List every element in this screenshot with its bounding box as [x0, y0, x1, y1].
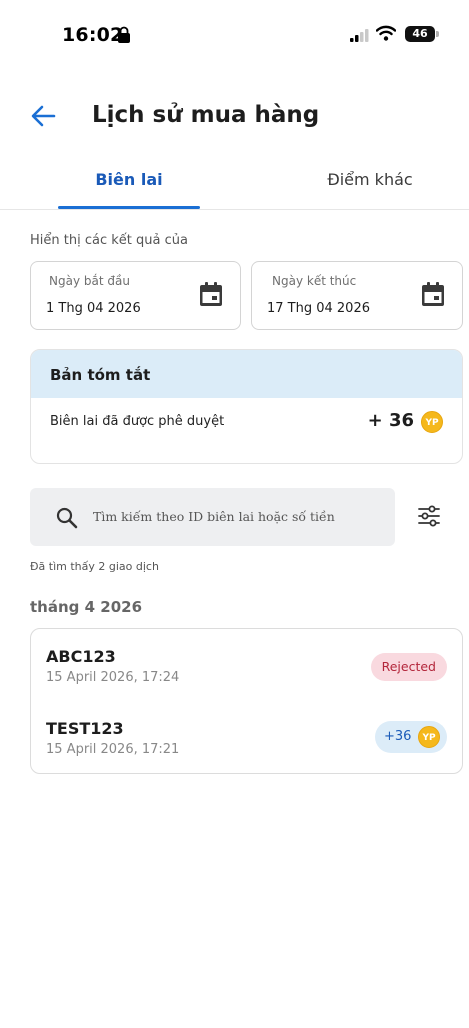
calendar-icon[interactable]: [200, 282, 222, 306]
end-date-field[interactable]: Ngày kết thúc 17 Thg 04 2026: [251, 261, 463, 330]
approved-receipts-label: Biên lai đã được phê duyệt: [50, 414, 225, 429]
search-icon: [56, 507, 78, 529]
points-value: +36: [384, 729, 412, 744]
transaction-id: TEST123: [46, 719, 124, 738]
start-date-field[interactable]: Ngày bắt đầu 1 Thg 04 2026: [30, 261, 241, 330]
approved-points-value: + 36: [367, 410, 414, 431]
wifi-icon: [376, 25, 396, 41]
filter-icon[interactable]: [416, 503, 442, 529]
summary-card: Bản tóm tắt Biên lai đã được phê duyệt +…: [30, 349, 463, 464]
search-placeholder: Tìm kiếm theo ID biên lai hoặc số tiền: [93, 509, 335, 524]
battery-level: 46: [412, 27, 428, 40]
month-heading: tháng 4 2026: [30, 598, 143, 616]
status-badge-rejected: Rejected: [370, 653, 447, 681]
results-count: Đã tìm thấy 2 giao dịch: [30, 560, 159, 573]
transaction-id: ABC123: [46, 647, 116, 666]
tab-other-points[interactable]: Điểm khác: [300, 170, 440, 189]
transactions-card: ABC123 15 April 2026, 17:24 Rejected TES…: [30, 628, 463, 774]
battery-icon: 46: [405, 26, 439, 42]
start-date-label: Ngày bắt đầu: [49, 274, 130, 288]
status-time: 16:02: [62, 24, 124, 46]
yp-coin-icon: YP: [418, 726, 440, 748]
page-title: Lịch sử mua hàng: [92, 102, 320, 128]
signal-icon: [350, 29, 369, 42]
tab-receipts[interactable]: Biên lai: [58, 170, 200, 189]
search-input[interactable]: Tìm kiếm theo ID biên lai hoặc số tiền: [30, 488, 395, 546]
active-tab-indicator: [58, 206, 200, 209]
results-label: Hiển thị các kết quả của: [30, 233, 188, 248]
transaction-date: 15 April 2026, 17:21: [46, 742, 180, 757]
end-date-label: Ngày kết thúc: [272, 274, 357, 288]
transaction-date: 15 April 2026, 17:24: [46, 670, 180, 685]
yp-coin-icon: YP: [421, 411, 443, 433]
lock-icon: [118, 26, 130, 43]
transaction-row[interactable]: TEST123 15 April 2026, 17:21 +36 YP: [31, 713, 462, 773]
calendar-icon[interactable]: [422, 282, 444, 306]
summary-title: Bản tóm tắt: [31, 350, 462, 398]
points-badge: +36 YP: [375, 721, 447, 753]
start-date-value: 1 Thg 04 2026: [46, 301, 141, 316]
transaction-row[interactable]: ABC123 15 April 2026, 17:24 Rejected: [31, 641, 462, 701]
back-button[interactable]: [30, 103, 56, 129]
end-date-value: 17 Thg 04 2026: [267, 301, 370, 316]
tab-bar: Biên lai Điểm khác: [0, 160, 469, 210]
status-bar: 16:02 46: [0, 0, 469, 70]
